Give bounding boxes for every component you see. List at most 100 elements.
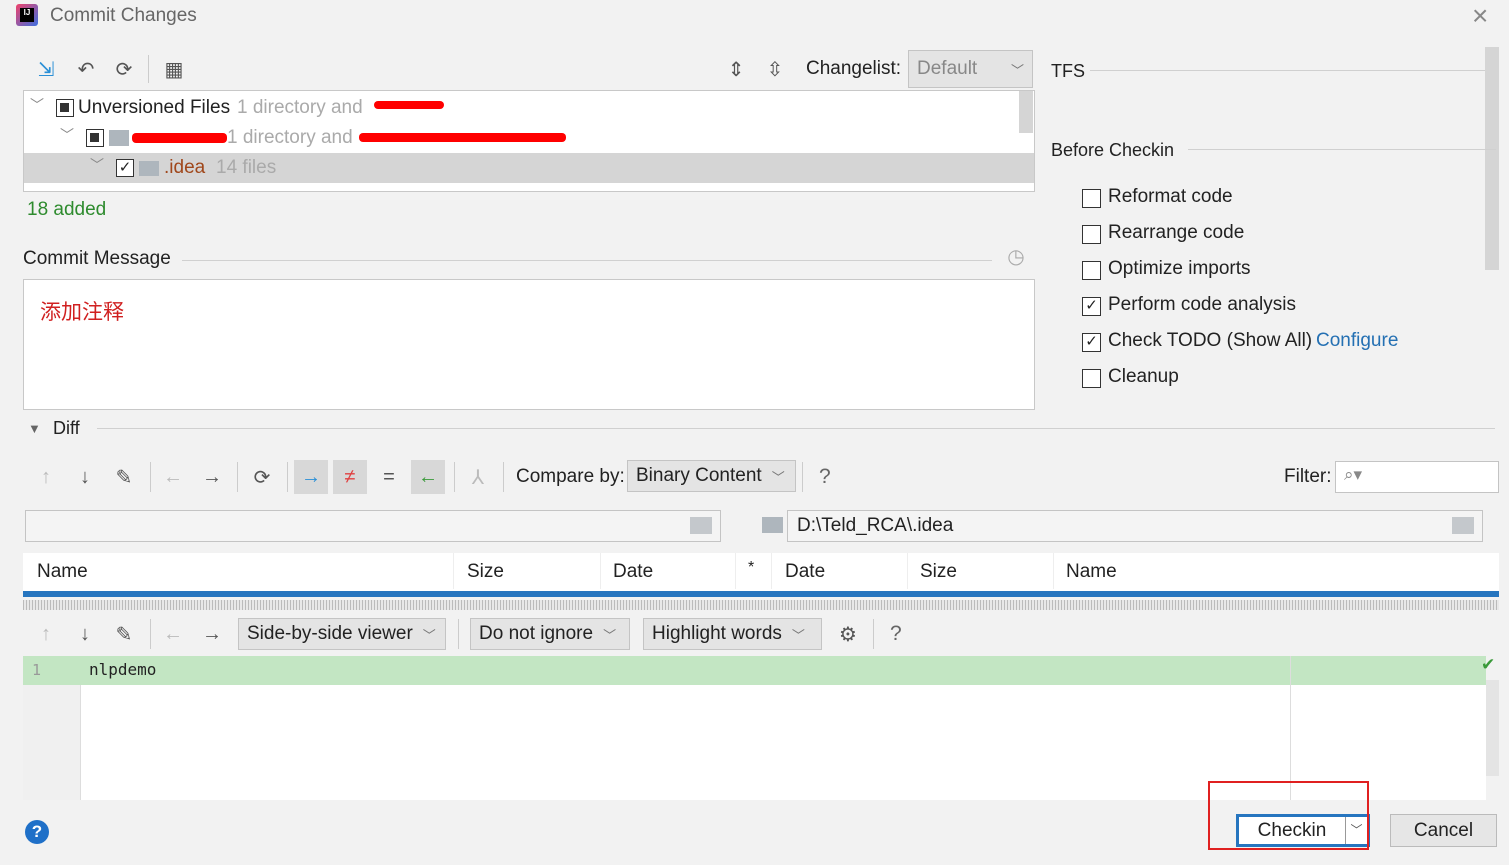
refresh-icon[interactable]: ⟳	[249, 464, 275, 490]
right-path-input[interactable]: D:\Teld_RCA\.idea	[787, 510, 1483, 542]
compare-by-select[interactable]: Binary Content ﹀	[627, 460, 796, 492]
diff-toggle-icon[interactable]: ▼	[28, 421, 41, 436]
commit-message-input[interactable]: 添加注释	[23, 279, 1035, 410]
column-size[interactable]: Size	[920, 561, 957, 583]
checkbox-checked[interactable]: ✓	[116, 159, 134, 177]
checkbox-partial[interactable]	[86, 129, 104, 147]
editor-scrollbar[interactable]	[1486, 680, 1499, 776]
arrow-left-icon[interactable]: ←	[160, 621, 186, 647]
checkbox-partial[interactable]	[56, 99, 74, 117]
redaction	[132, 133, 227, 143]
search-icon: ⌕▾	[1344, 465, 1363, 484]
chevron-down-icon[interactable]: ﹀	[90, 155, 104, 175]
folder-icon	[139, 161, 159, 176]
compare-by-label: Compare by:	[516, 466, 625, 487]
collapse-all-icon[interactable]: ⇳	[762, 57, 788, 81]
refresh-icon[interactable]: ⟳	[111, 57, 137, 81]
ignore-value: Do not ignore	[479, 623, 594, 644]
changelist-select[interactable]: Default ﹀	[908, 50, 1033, 88]
compare-by-value: Binary Content	[636, 465, 762, 486]
change-status: 18 added	[27, 199, 107, 220]
tree-info: 1 directory and	[237, 97, 363, 118]
tree-row-selected[interactable]: ﹀ ✓ .idea 14 files	[24, 153, 1034, 183]
edit-icon[interactable]: ✎	[111, 464, 137, 490]
merge-icon[interactable]: ⅄	[465, 464, 491, 490]
column-compare[interactable]: *	[748, 559, 754, 577]
help-button[interactable]: ?	[25, 820, 49, 844]
tree-row[interactable]: ﹀ 1 directory and	[24, 123, 1014, 153]
cancel-button[interactable]: Cancel	[1390, 814, 1497, 847]
folder-icon	[762, 517, 783, 533]
left-path-input[interactable]	[25, 510, 721, 542]
annotation-highlight-box	[1208, 781, 1369, 850]
checkbox[interactable]	[1082, 261, 1101, 280]
line-number: 1	[32, 661, 42, 679]
option-label: Optimize imports	[1108, 258, 1251, 279]
splitter[interactable]	[23, 600, 1499, 610]
changes-tree[interactable]: ﹀ Unversioned Files 1 directory and ﹀ 1 …	[23, 90, 1035, 192]
highlight-value: Highlight words	[652, 623, 782, 644]
column-name[interactable]: Name	[1066, 561, 1117, 583]
checkbox[interactable]	[1082, 189, 1101, 208]
diff-label[interactable]: Diff	[53, 418, 80, 439]
expand-all-icon[interactable]: ⇕	[723, 57, 749, 81]
ignore-select[interactable]: Do not ignore ﹀	[470, 618, 630, 650]
checkbox-checked[interactable]: ✓	[1082, 297, 1101, 316]
arrow-down-icon[interactable]: ↓	[72, 464, 98, 490]
diff-editor[interactable]: 1 nlpdemo	[23, 656, 1486, 800]
dir-diff-table-header: Name Size Date * Date Size Name	[23, 553, 1499, 597]
show-new-icon[interactable]: →	[294, 460, 328, 494]
tree-row[interactable]: ﹀ Unversioned Files 1 directory and	[24, 93, 1014, 123]
viewer-select[interactable]: Side-by-side viewer ﹀	[238, 618, 446, 650]
open-folder-icon[interactable]	[690, 517, 712, 534]
diff-line-added	[23, 656, 1486, 685]
column-date[interactable]: Date	[785, 561, 825, 583]
show-old-icon[interactable]: ←	[411, 460, 445, 494]
open-folder-icon[interactable]	[1452, 517, 1474, 534]
checkbox[interactable]	[1082, 225, 1101, 244]
filter-input[interactable]: ⌕▾	[1335, 461, 1499, 493]
window-title: Commit Changes	[50, 5, 197, 26]
arrow-up-icon[interactable]: ↑	[33, 621, 59, 647]
redaction	[374, 101, 444, 109]
column-size[interactable]: Size	[467, 561, 504, 583]
highlight-select[interactable]: Highlight words ﹀	[643, 618, 822, 650]
collapse-icon[interactable]: ⇲	[33, 57, 59, 81]
tree-label: .idea	[164, 157, 206, 178]
arrow-right-icon[interactable]: →	[199, 621, 225, 647]
changelist-label: Changelist:	[806, 58, 902, 79]
help-icon[interactable]: ?	[819, 465, 831, 489]
tree-info: 1 directory and	[227, 127, 353, 148]
arrow-up-icon[interactable]: ↑	[33, 464, 59, 490]
before-checkin-label: Before Checkin	[1051, 140, 1175, 160]
column-date[interactable]: Date	[613, 561, 653, 583]
tree-label: Unversioned Files	[78, 97, 231, 118]
close-button[interactable]: ×	[1472, 0, 1488, 32]
checkbox[interactable]	[1082, 369, 1101, 388]
history-clock-icon[interactable]: ◷	[1004, 244, 1028, 268]
column-name[interactable]: Name	[37, 561, 88, 583]
show-equal-icon[interactable]: =	[372, 460, 406, 494]
options-scrollbar[interactable]	[1485, 47, 1499, 270]
tree-scrollbar[interactable]	[1019, 91, 1033, 133]
chevron-down-icon[interactable]: ﹀	[60, 125, 74, 145]
chevron-down-icon[interactable]: ﹀	[30, 95, 44, 115]
arrow-right-icon[interactable]: →	[199, 464, 225, 490]
show-different-icon[interactable]: ≠	[333, 460, 367, 494]
arrow-left-icon[interactable]: ←	[160, 464, 186, 490]
group-by-icon[interactable]: ▦	[161, 57, 187, 81]
redaction	[359, 133, 566, 142]
commit-message-label: Commit Message	[23, 248, 171, 269]
chevron-down-icon: ﹀	[603, 627, 617, 643]
edit-icon[interactable]: ✎	[111, 621, 137, 647]
chevron-down-icon: ﹀	[791, 627, 805, 643]
app-icon: IJ	[16, 4, 38, 26]
rollback-icon[interactable]: ↶	[73, 57, 99, 81]
option-label: Cleanup	[1108, 366, 1179, 387]
arrow-down-icon[interactable]: ↓	[72, 621, 98, 647]
gear-icon[interactable]: ⚙	[835, 621, 861, 647]
option-label: Perform code analysis	[1108, 294, 1296, 315]
checkbox-checked[interactable]: ✓	[1082, 333, 1101, 352]
configure-link[interactable]: Configure	[1316, 330, 1398, 352]
help-icon[interactable]: ?	[890, 622, 902, 646]
